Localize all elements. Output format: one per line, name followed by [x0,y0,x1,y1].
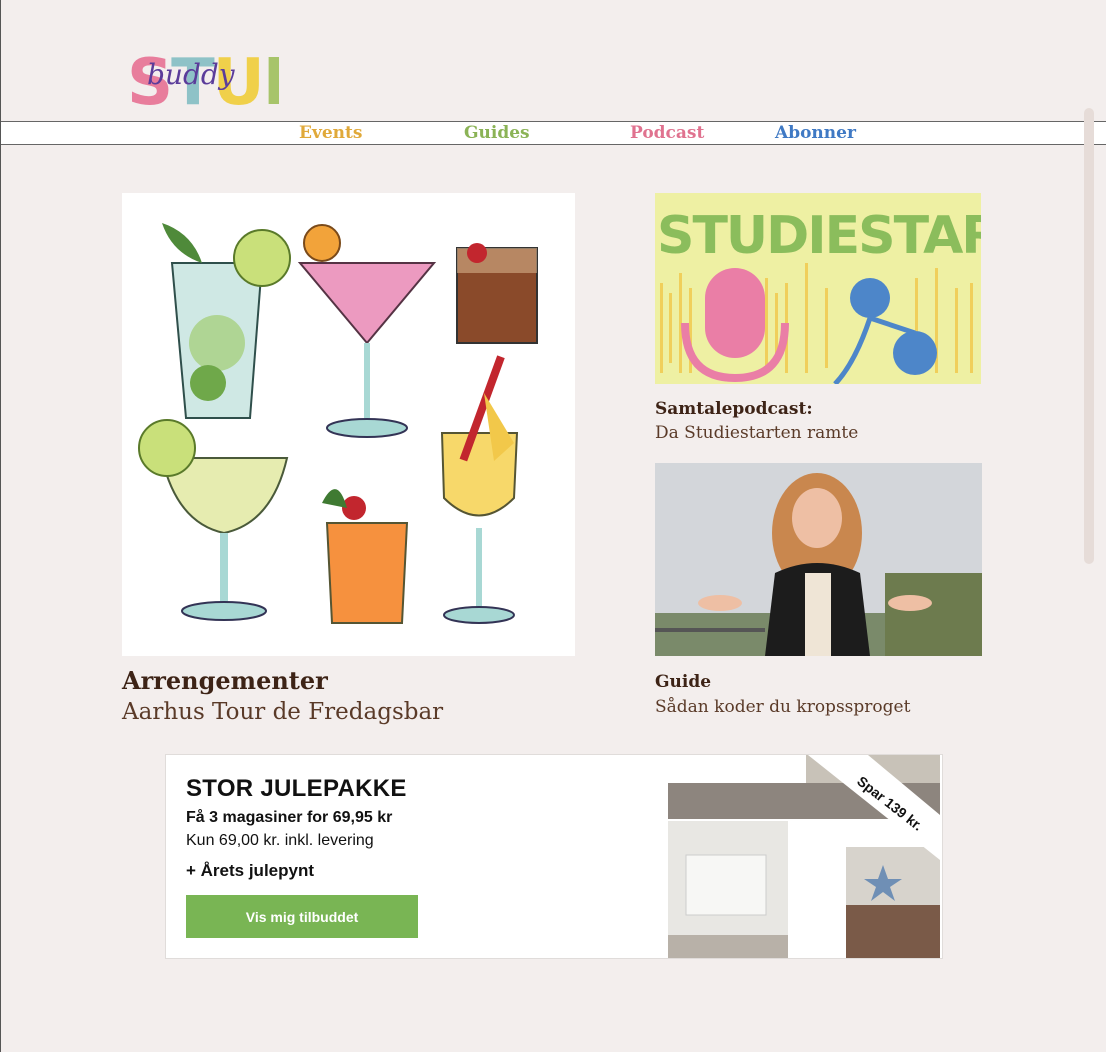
podcast-illustration-icon: STUDIESTART [657,206,981,384]
nav-podcast[interactable]: Podcast [630,123,704,143]
podcast-image[interactable]: STUDIESTART [655,193,981,384]
ad-offer: Få 3 magasiner for 69,95 kr [186,809,393,826]
person-photo-icon [655,463,982,656]
guide-title[interactable]: Sådan koder du kropssproget [655,697,910,717]
subscription-ad[interactable]: STOR JULEPAKKE Få 3 magasiner for 69,95 … [165,754,943,959]
cocktails-illustration-icon [138,223,538,624]
studiestart-text: STUDIESTART [657,206,981,266]
main-nav: Events Guides Podcast Abonner [1,121,1106,145]
nav-guides[interactable]: Guides [464,123,530,143]
guide-category[interactable]: Guide [655,672,711,692]
nav-events[interactable]: Events [299,123,362,143]
ad-price: Kun 69,00 kr. inkl. levering [186,832,374,849]
ad-bonus: + Årets julepynt [186,861,315,880]
featured-title[interactable]: Aarhus Tour de Fredagsbar [122,699,443,725]
featured-image[interactable] [122,193,575,656]
guide-image[interactable] [655,463,982,656]
ad-cta-button[interactable]: Vis mig tilbuddet [186,895,418,938]
podcast-category[interactable]: Samtalepodcast: [655,399,813,419]
ad-title: STOR JULEPAKKE [186,775,407,802]
ad-magazine-photo: Spar 139 kr. [668,755,940,958]
site-logo[interactable]: STUDY buddy [127,38,358,120]
podcast-title[interactable]: Da Studiestarten ramte [655,423,858,443]
nav-abonner[interactable]: Abonner [775,123,856,143]
scrollbar[interactable] [1084,108,1094,564]
featured-category[interactable]: Arrengementer [122,666,328,695]
logo-script-text: buddy [147,58,236,91]
